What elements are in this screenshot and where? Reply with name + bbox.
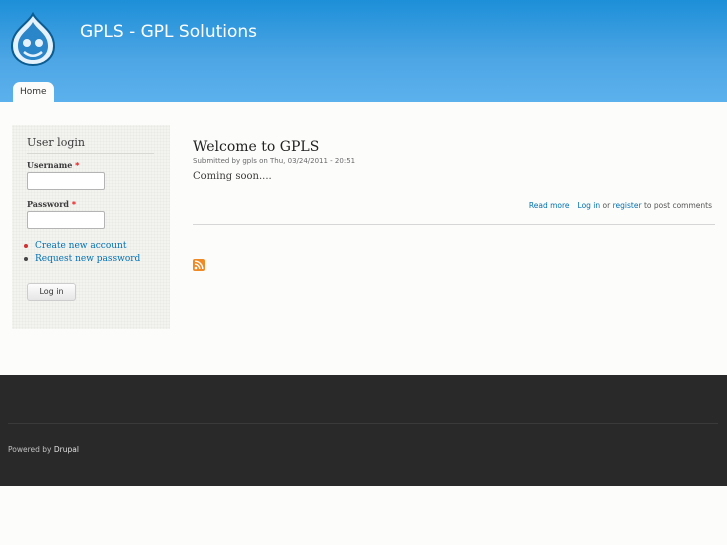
node-title[interactable]: Welcome to GPLS: [193, 139, 715, 155]
user-links: Create new account Request new password: [24, 240, 140, 266]
required-marker: *: [71, 199, 77, 209]
site-name[interactable]: GPLS - GPL Solutions: [80, 22, 257, 42]
required-marker: *: [75, 160, 80, 170]
username-label: Username *: [27, 160, 79, 170]
password-label: Password *: [27, 199, 76, 209]
divider: [193, 224, 715, 225]
register-link[interactable]: register: [613, 201, 642, 210]
drupal-link[interactable]: Drupal: [54, 445, 79, 454]
read-more-link[interactable]: Read more: [529, 201, 570, 210]
submitted-info: Submitted by gpls on Thu, 03/24/2011 - 2…: [193, 157, 356, 165]
powered-by-text: Powered by: [8, 445, 52, 454]
or-text: or: [602, 201, 611, 210]
powered-by: Powered by Drupal: [8, 445, 79, 454]
tab-home[interactable]: Home: [13, 82, 54, 102]
post-comments-text: to post comments: [643, 201, 712, 210]
node-links: Read more Log in or register to post comm…: [529, 201, 712, 210]
footer-divider: [8, 423, 718, 424]
user-login-block: User login Username * Password * Create …: [12, 125, 170, 329]
rss-feed-icon[interactable]: [193, 259, 205, 271]
username-label-text: Username: [27, 160, 73, 170]
create-account-link[interactable]: Create new account: [35, 241, 126, 251]
site-footer: Powered by Drupal: [0, 375, 727, 486]
main-content: Welcome to GPLS Submitted by gpls on Thu…: [193, 139, 715, 271]
node-login-link[interactable]: Log in: [578, 201, 601, 210]
site-header: GPLS - GPL Solutions Home: [0, 0, 727, 102]
bullet-icon: [24, 256, 28, 261]
bullet-icon: [24, 243, 28, 248]
list-item: Request new password: [24, 253, 140, 266]
request-password-link[interactable]: Request new password: [35, 254, 140, 264]
node-body: Coming soon....: [193, 171, 272, 182]
block-title: User login: [27, 136, 154, 154]
list-item: Create new account: [24, 240, 140, 253]
username-field[interactable]: [27, 172, 105, 190]
password-field[interactable]: [27, 211, 105, 229]
drupal-drop-icon[interactable]: [8, 12, 58, 66]
login-button[interactable]: Log in: [27, 283, 76, 301]
password-label-text: Password: [27, 199, 70, 209]
